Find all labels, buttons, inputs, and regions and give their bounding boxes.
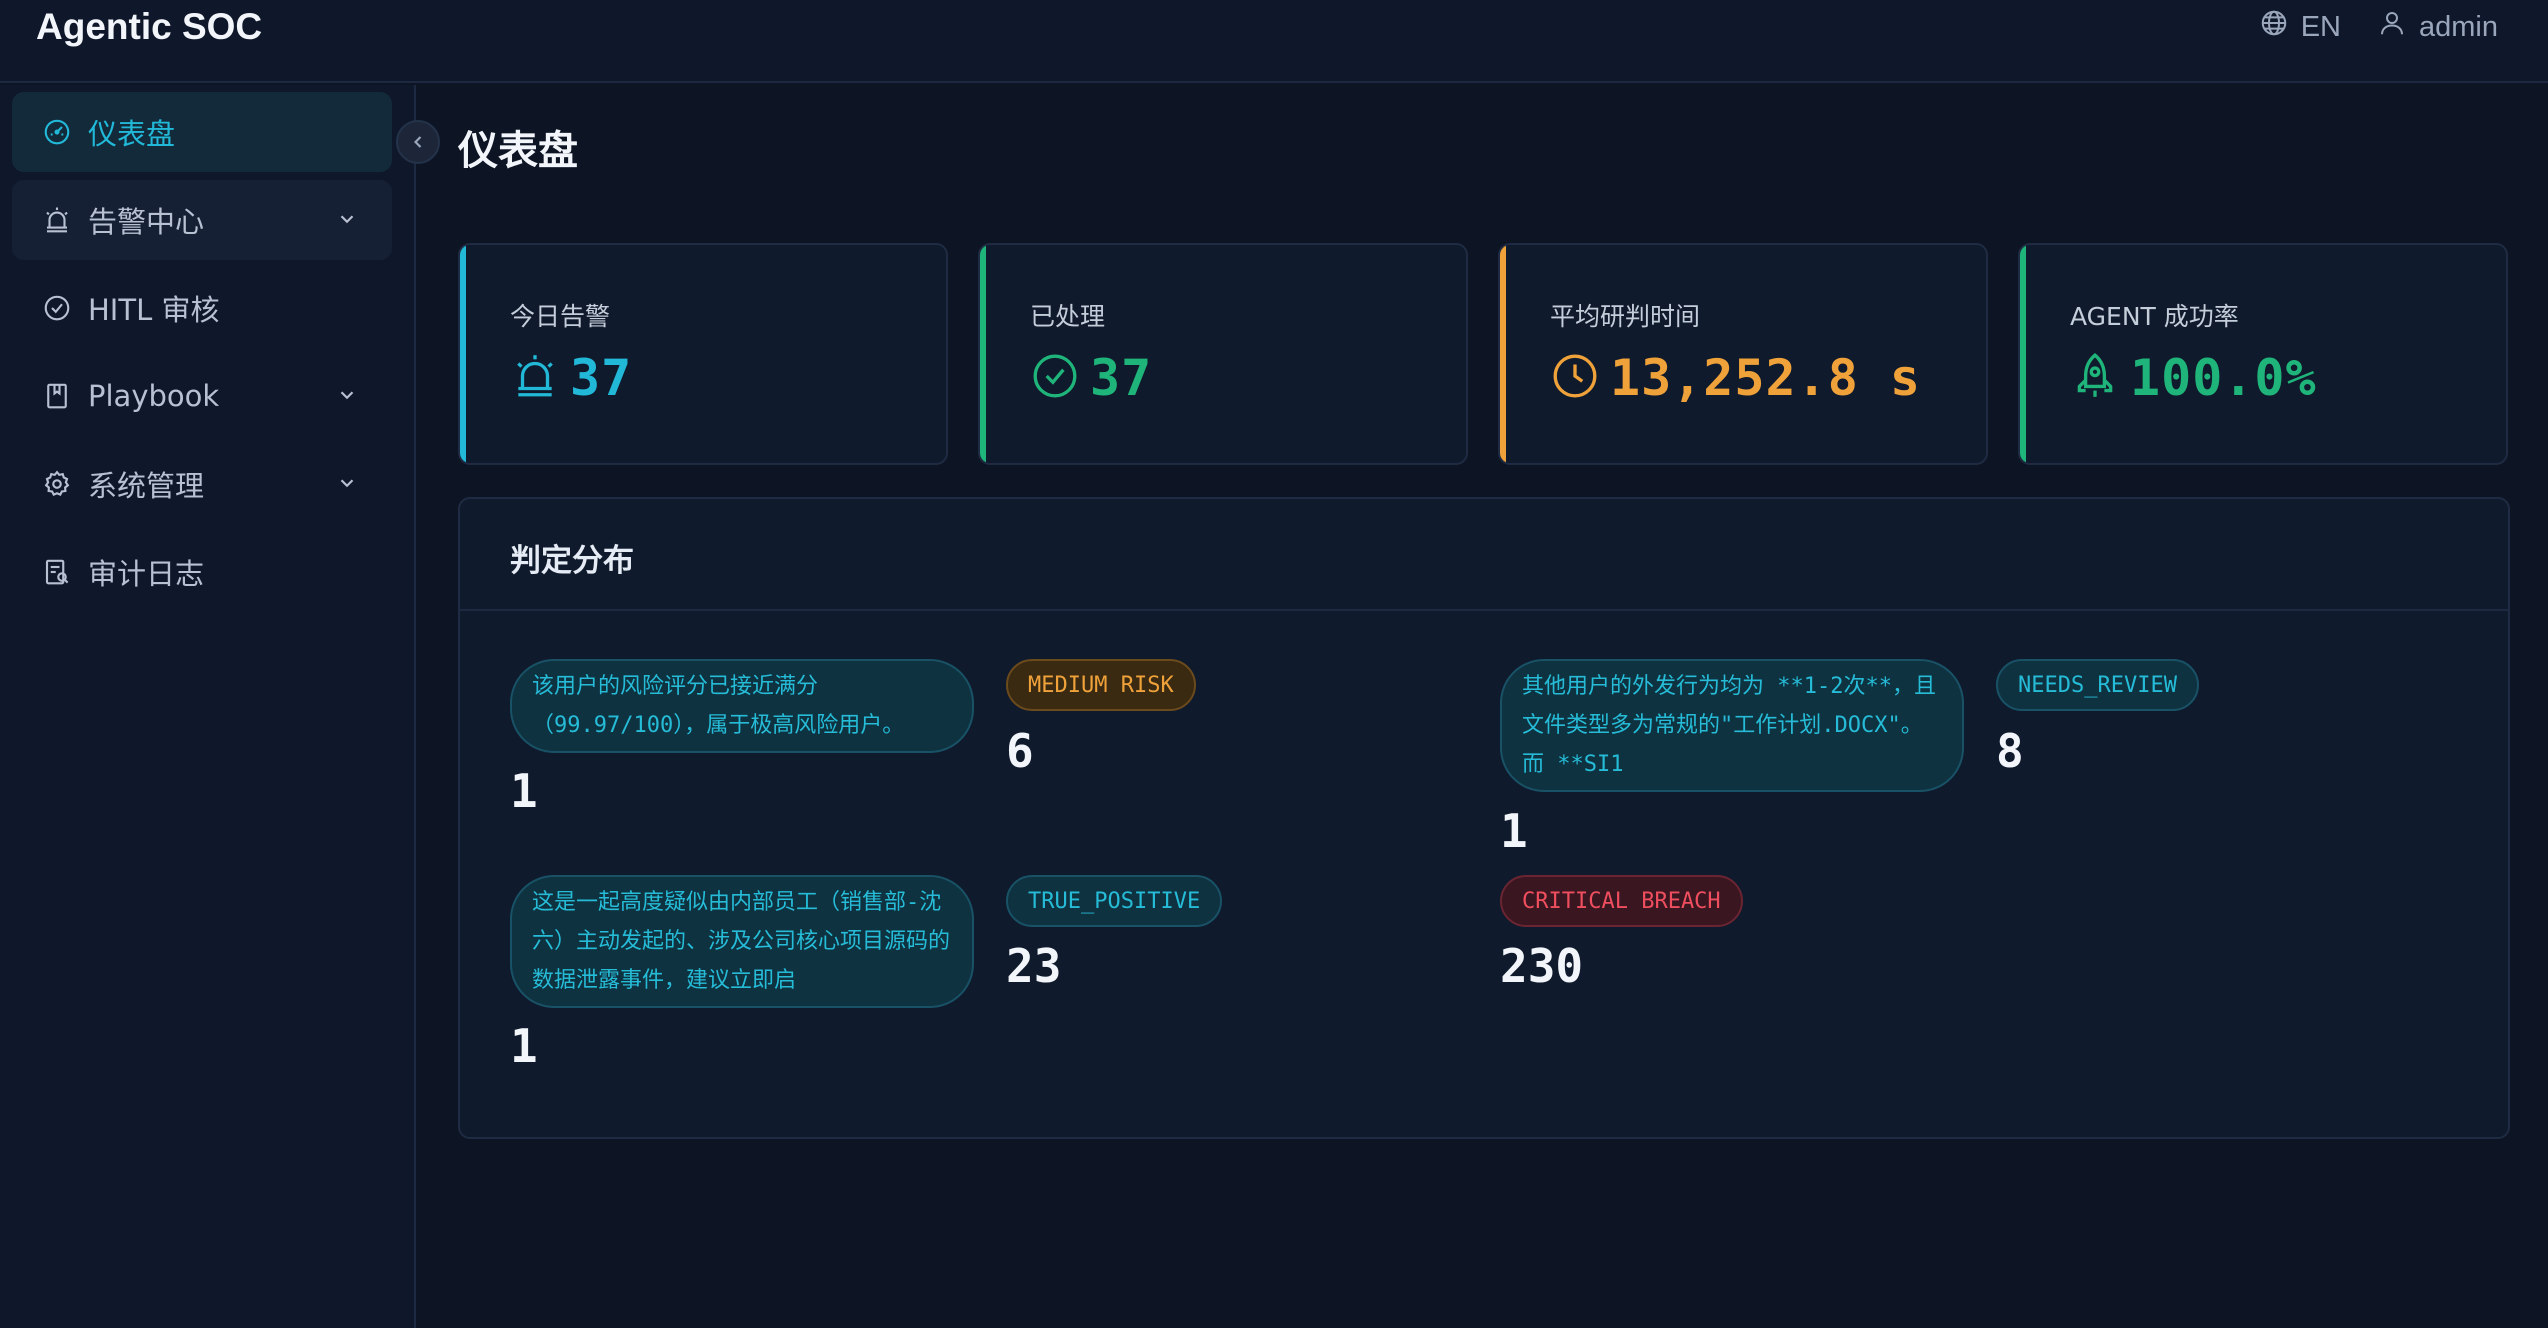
verdict-tag[interactable]: CRITICAL BREACH bbox=[1500, 875, 1743, 927]
language-label: EN bbox=[2300, 10, 2341, 43]
verdict-count: 1 bbox=[510, 1019, 538, 1073]
page-title: 仪表盘 bbox=[458, 128, 578, 174]
stat-card-processed: 已处理 37 bbox=[978, 243, 1468, 465]
stat-card-avg-triage-time: 平均研判时间 13,252.8 s bbox=[1498, 243, 1988, 465]
stat-label: 今日告警 bbox=[510, 302, 611, 331]
language-switcher[interactable]: EN bbox=[2259, 8, 2341, 46]
rocket-icon bbox=[2070, 351, 2120, 405]
chevron-down-icon bbox=[340, 479, 354, 488]
sidebar-item-label: HITL 审核 bbox=[88, 293, 220, 327]
verdict-tag[interactable]: MEDIUM RISK bbox=[1006, 659, 1196, 711]
sidebar-item-system-management[interactable]: 系统管理 bbox=[12, 444, 392, 524]
header-actions: EN admin bbox=[2259, 8, 2498, 46]
gear-icon bbox=[42, 469, 72, 499]
card-accent-bar bbox=[2020, 245, 2026, 463]
verdict-count: 23 bbox=[1006, 939, 1062, 993]
stat-value: 37 bbox=[570, 349, 633, 407]
sidebar: 仪表盘 告警中心 HITL 审核 Playbook 系统管理 审计日志 bbox=[0, 85, 416, 1328]
verdict-tag[interactable]: 该用户的风险评分已接近满分（99.97/100），属于极高风险用户。 bbox=[510, 659, 974, 753]
stat-label: 已处理 bbox=[1030, 302, 1106, 331]
sidebar-collapse-button[interactable] bbox=[396, 120, 440, 164]
stat-label: 平均研判时间 bbox=[1550, 302, 1701, 331]
sidebar-item-label: 系统管理 bbox=[88, 469, 205, 503]
app-title[interactable]: Agentic SOC bbox=[36, 6, 262, 48]
verdict-count: 6 bbox=[1006, 724, 1034, 778]
clock-icon bbox=[1550, 351, 1600, 405]
alarm-icon bbox=[42, 205, 72, 235]
sidebar-item-dashboard[interactable]: 仪表盘 bbox=[12, 92, 392, 172]
check-circle-icon bbox=[42, 293, 72, 323]
sidebar-item-label: Playbook bbox=[88, 379, 220, 413]
divider bbox=[460, 609, 2508, 611]
check-circle-icon bbox=[1030, 351, 1080, 405]
card-accent-bar bbox=[1500, 245, 1506, 463]
globe-icon bbox=[2259, 8, 2289, 46]
verdict-count: 1 bbox=[1500, 804, 1528, 858]
stat-card-today-alerts: 今日告警 37 bbox=[458, 243, 948, 465]
sidebar-item-label: 仪表盘 bbox=[88, 117, 176, 151]
card-accent-bar bbox=[460, 245, 466, 463]
chevron-down-icon bbox=[340, 391, 354, 400]
sidebar-item-alert-center[interactable]: 告警中心 bbox=[12, 180, 392, 260]
verdict-tag[interactable]: TRUE_POSITIVE bbox=[1006, 875, 1223, 927]
stat-value: 37 bbox=[1090, 349, 1153, 407]
book-icon bbox=[42, 381, 72, 411]
verdict-tag[interactable]: 这是一起高度疑似由内部员工（销售部-沈六）主动发起的、涉及公司核心项目源码的数据… bbox=[510, 875, 974, 1008]
verdict-tag[interactable]: NEEDS_REVIEW bbox=[1996, 659, 2199, 711]
stat-value: 100.0% bbox=[2130, 349, 2317, 407]
chevron-down-icon bbox=[340, 215, 354, 224]
alarm-icon bbox=[510, 351, 560, 405]
panel-title: 判定分布 bbox=[510, 543, 634, 579]
verdict-count: 8 bbox=[1996, 724, 2024, 778]
sidebar-item-playbook[interactable]: Playbook bbox=[12, 356, 392, 436]
sidebar-item-audit-log[interactable]: 审计日志 bbox=[12, 532, 392, 612]
sidebar-item-label: 审计日志 bbox=[88, 557, 205, 591]
verdict-count: 1 bbox=[510, 764, 538, 818]
dashboard-icon bbox=[42, 117, 72, 147]
verdict-tag[interactable]: 其他用户的外发行为均为 **1-2次**，且文件类型多为常规的"工作计划.DOC… bbox=[1500, 659, 1964, 792]
username-label: admin bbox=[2419, 10, 2498, 43]
stat-card-agent-success-rate: AGENT 成功率 100.0% bbox=[2018, 243, 2508, 465]
user-icon bbox=[2377, 8, 2407, 46]
audit-log-icon bbox=[42, 557, 72, 587]
stat-value: 13,252.8 s bbox=[1610, 349, 1922, 407]
chevron-left-icon bbox=[413, 136, 422, 148]
top-header: Agentic SOC EN admin bbox=[0, 0, 2548, 83]
stat-label: AGENT 成功率 bbox=[2070, 302, 2239, 331]
user-menu[interactable]: admin bbox=[2377, 8, 2498, 46]
sidebar-item-hitl-review[interactable]: HITL 审核 bbox=[12, 268, 392, 348]
verdict-distribution-panel: 判定分布 该用户的风险评分已接近满分（99.97/100），属于极高风险用户。 … bbox=[458, 497, 2510, 1139]
card-accent-bar bbox=[980, 245, 986, 463]
verdict-count: 230 bbox=[1500, 939, 1584, 993]
sidebar-item-label: 告警中心 bbox=[88, 205, 205, 239]
